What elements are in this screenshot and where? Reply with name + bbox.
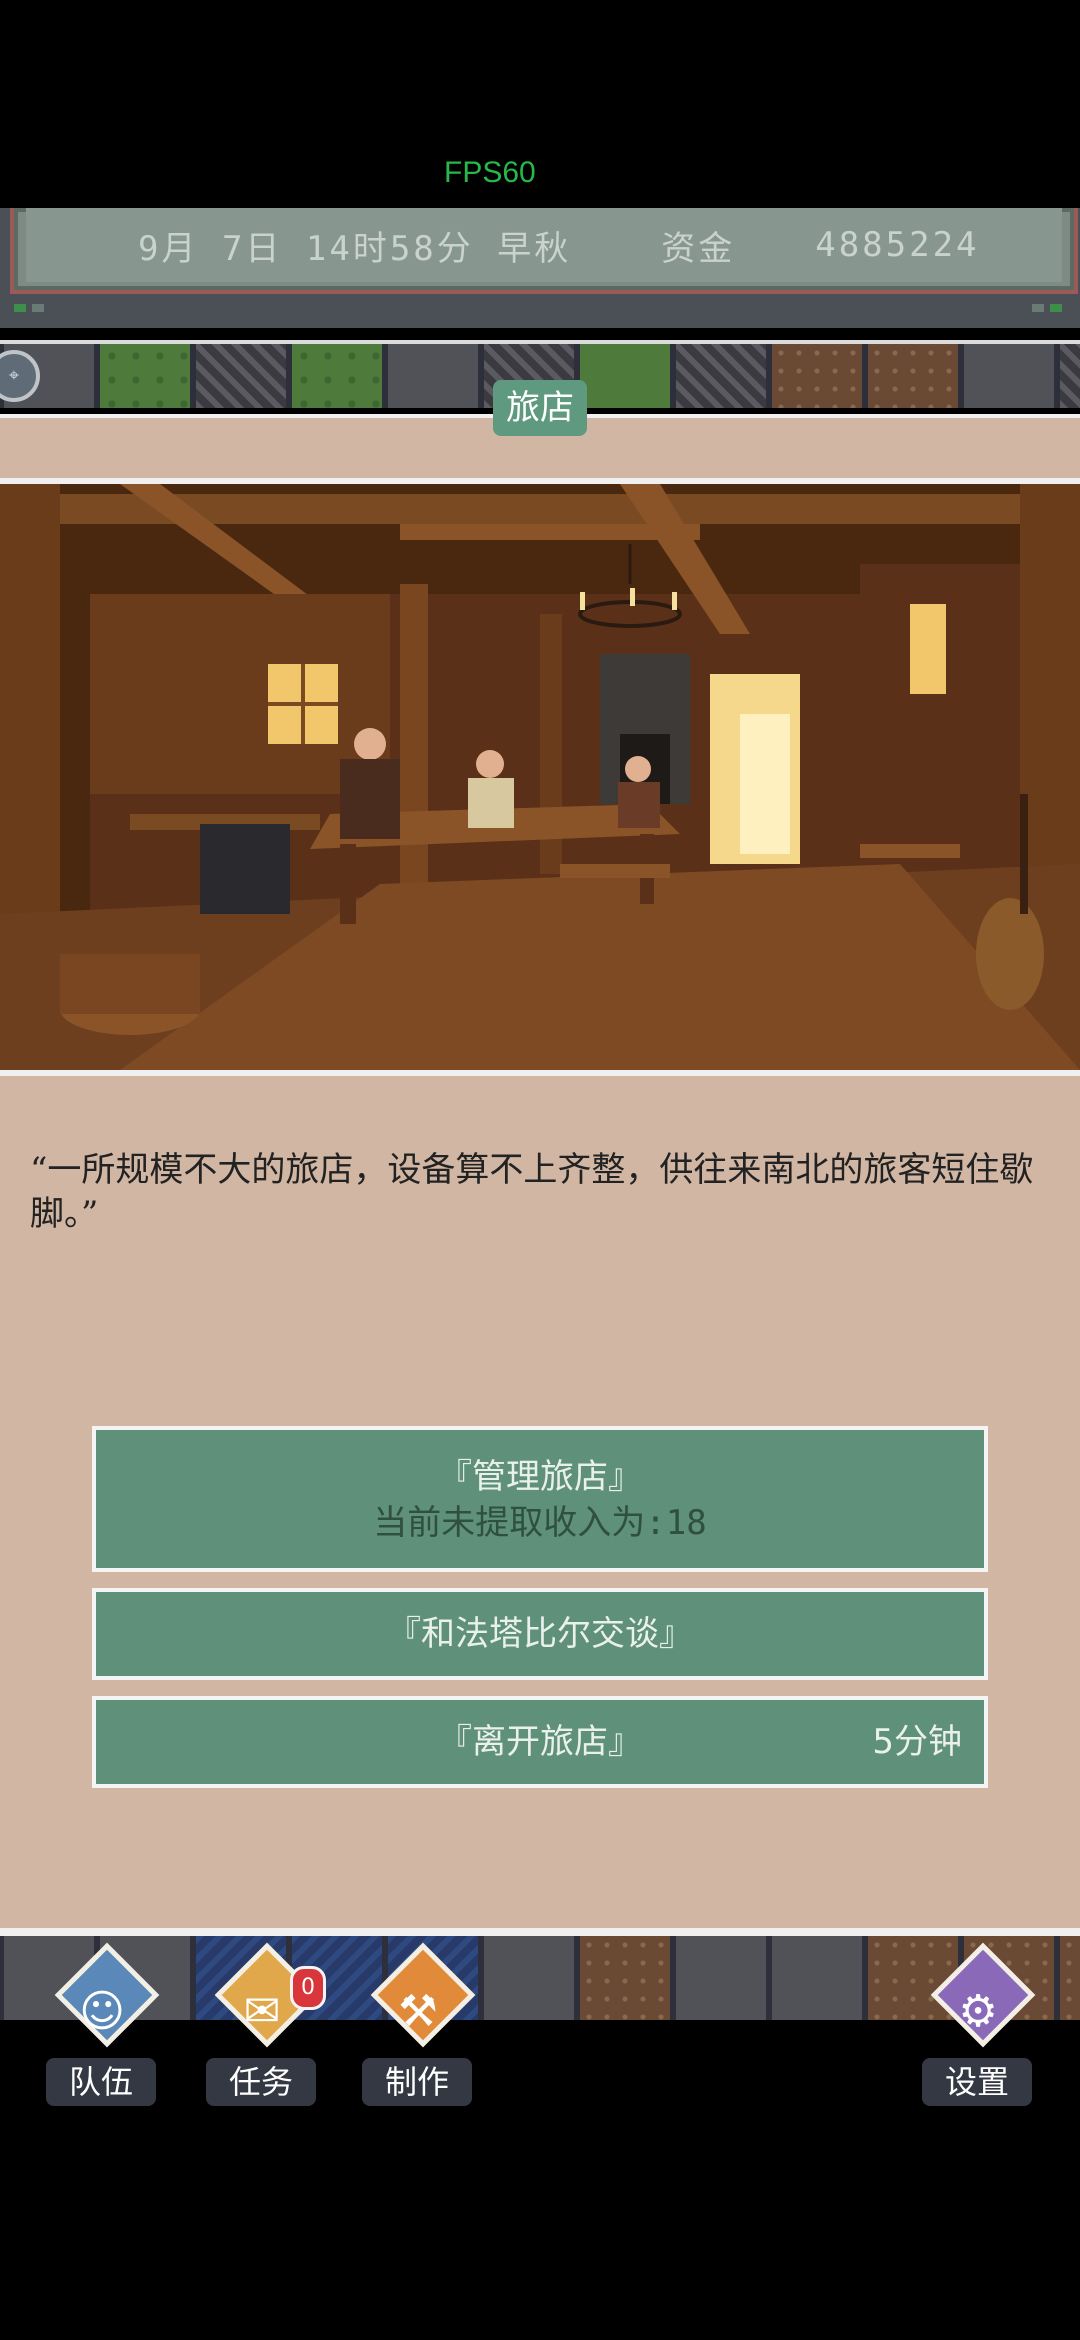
leave-inn-label: 『离开旅店』	[438, 1722, 642, 1762]
nav-settings-label: 设置	[922, 2058, 1032, 2106]
craft-icon: ⚒	[398, 1986, 438, 2037]
nav-team-button[interactable]: ☺ 队伍	[36, 1942, 166, 2108]
team-icon: ☺	[79, 1986, 125, 2037]
manage-inn-label: 『管理旅店』	[438, 1457, 642, 1497]
location-title: 旅店	[493, 380, 587, 436]
quest-icon: ✉	[243, 1986, 281, 2037]
notification-badge: 0	[290, 1966, 326, 2010]
indicator-light	[14, 304, 26, 312]
fps-counter: FPS60	[444, 156, 536, 189]
status-panel: 9月 7日 14时58分 早秋 资金 4885224	[10, 208, 1078, 294]
indicator-light	[1050, 304, 1062, 312]
nav-quests-label: 任务	[206, 2058, 316, 2106]
funds-label: 资金	[661, 228, 736, 269]
location-description: “一所规模不大的旅店，设备算不上齐整，供往来南北的旅客短住歇脚。”	[30, 1150, 1034, 1234]
gear-icon: ⚙	[958, 1986, 998, 2037]
tavern-scene-image	[0, 484, 1080, 1070]
leave-duration: 5分钟	[872, 1722, 962, 1762]
manage-inn-button[interactable]: 『管理旅店』 当前未提取收入为:18	[92, 1426, 988, 1572]
nav-settings-button[interactable]: ⚙ 设置	[912, 1942, 1042, 2108]
nav-quests-button[interactable]: ✉ 0 任务	[196, 1942, 326, 2108]
divider	[0, 1928, 1080, 1936]
funds-value: 4885224	[815, 225, 980, 265]
date-time: 9月 7日 14时58分 早秋	[138, 228, 572, 269]
indicator-light	[1032, 304, 1044, 312]
uncollected-income-text: 当前未提取收入为:18	[373, 1503, 707, 1543]
indicator-light	[32, 304, 44, 312]
status-bar: 9月 7日 14时58分 早秋 资金 4885224	[0, 208, 1080, 328]
leave-inn-button[interactable]: 『离开旅店』 5分钟	[92, 1696, 988, 1788]
talk-button[interactable]: 『和法塔比尔交谈』	[92, 1588, 988, 1680]
nav-craft-label: 制作	[362, 2058, 472, 2106]
talk-label: 『和法塔比尔交谈』	[387, 1614, 693, 1654]
nav-team-label: 队伍	[46, 2058, 156, 2106]
nav-craft-button[interactable]: ⚒ 制作	[352, 1942, 482, 2108]
